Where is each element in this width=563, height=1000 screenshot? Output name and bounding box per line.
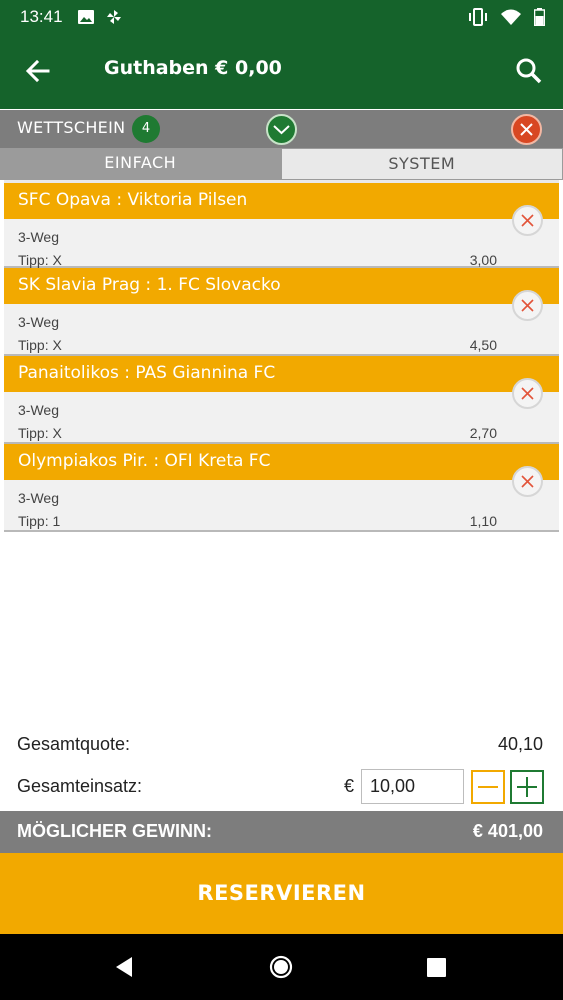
- bet-match: SFC Opava : Viktoria Pilsen: [4, 183, 559, 219]
- tab-system[interactable]: SYSTEM: [280, 148, 563, 180]
- reserve-button[interactable]: RESERVIEREN: [0, 853, 563, 934]
- close-icon: [521, 387, 534, 400]
- bet-list: SFC Opava : Viktoria Pilsen 3-Weg Tipp: …: [4, 180, 559, 532]
- battery-icon: [534, 7, 545, 26]
- stake-input[interactable]: [361, 769, 464, 804]
- bet-item: SFC Opava : Viktoria Pilsen 3-Weg Tipp: …: [4, 180, 559, 268]
- decrease-stake-button[interactable]: [471, 770, 505, 804]
- bet-odds: 1,10: [469, 513, 497, 529]
- possible-win-bar: MÖGLICHER GEWINN: € 401,00: [0, 811, 563, 853]
- system-nav-bar: [0, 934, 563, 1000]
- remove-bet-button[interactable]: [512, 205, 543, 236]
- collapse-slip-button[interactable]: [266, 114, 297, 145]
- minus-icon: [478, 786, 498, 788]
- possible-win-value: € 401,00: [472, 821, 543, 841]
- bet-market: 3-Weg: [18, 314, 59, 330]
- bet-slip-label: WETTSCHEIN: [17, 118, 126, 137]
- tab-einfach[interactable]: EINFACH: [0, 148, 281, 180]
- nav-back-icon[interactable]: [114, 956, 134, 978]
- close-icon: [521, 475, 534, 488]
- bet-odds: 4,50: [469, 337, 497, 353]
- search-icon[interactable]: [515, 57, 543, 85]
- total-stake-label: Gesamteinsatz:: [17, 776, 143, 796]
- bet-item: Olympiakos Pir. : OFI Kreta FC 3-Weg Tip…: [4, 444, 559, 532]
- bet-count-badge: 4: [132, 115, 160, 143]
- bet-market: 3-Weg: [18, 490, 59, 506]
- bet-item: SK Slavia Prag : 1. FC Slovacko 3-Weg Ti…: [4, 268, 559, 356]
- close-icon: [520, 123, 533, 136]
- nav-recents-icon[interactable]: [427, 958, 446, 977]
- nav-home-icon[interactable]: [269, 955, 293, 979]
- total-odds-value: 40,10: [497, 734, 543, 754]
- bet-match: SK Slavia Prag : 1. FC Slovacko: [4, 268, 559, 304]
- bet-tip: Tipp: X: [18, 337, 62, 353]
- image-icon: [77, 9, 94, 24]
- close-icon: [521, 299, 534, 312]
- bet-tip: Tipp: X: [18, 252, 62, 268]
- remove-bet-button[interactable]: [512, 466, 543, 497]
- status-bar: 13:41: [0, 0, 563, 33]
- bet-odds: 3,00: [469, 252, 497, 268]
- status-time: 13:41: [20, 6, 63, 26]
- remove-bet-button[interactable]: [512, 290, 543, 321]
- app-bar: Guthaben € 0,00: [0, 33, 563, 109]
- back-arrow-icon[interactable]: [24, 57, 52, 85]
- balance-title: Guthaben € 0,00: [104, 57, 282, 79]
- bet-tip: Tipp: 1: [18, 513, 61, 529]
- pinwheel-icon: [106, 9, 121, 24]
- currency-symbol: €: [344, 776, 355, 796]
- vibrate-icon: [469, 7, 487, 26]
- chevron-down-icon: [273, 125, 290, 135]
- bet-tip: Tipp: X: [18, 425, 62, 441]
- bet-match: Panaitolikos : PAS Giannina FC: [4, 356, 559, 392]
- plus-icon: [517, 777, 537, 797]
- bet-type-tabs: EINFACH SYSTEM: [0, 148, 563, 180]
- bet-odds: 2,70: [469, 425, 497, 441]
- clear-slip-button[interactable]: [511, 114, 542, 145]
- bet-market: 3-Weg: [18, 229, 59, 245]
- total-odds-label: Gesamtquote:: [17, 734, 131, 754]
- increase-stake-button[interactable]: [510, 770, 544, 804]
- bet-item: Panaitolikos : PAS Giannina FC 3-Weg Tip…: [4, 356, 559, 444]
- remove-bet-button[interactable]: [512, 378, 543, 409]
- bet-slip-header: WETTSCHEIN 4: [0, 110, 563, 148]
- close-icon: [521, 214, 534, 227]
- wifi-icon: [501, 9, 521, 25]
- bet-market: 3-Weg: [18, 402, 59, 418]
- possible-win-label: MÖGLICHER GEWINN:: [17, 821, 212, 841]
- bet-match: Olympiakos Pir. : OFI Kreta FC: [4, 444, 559, 480]
